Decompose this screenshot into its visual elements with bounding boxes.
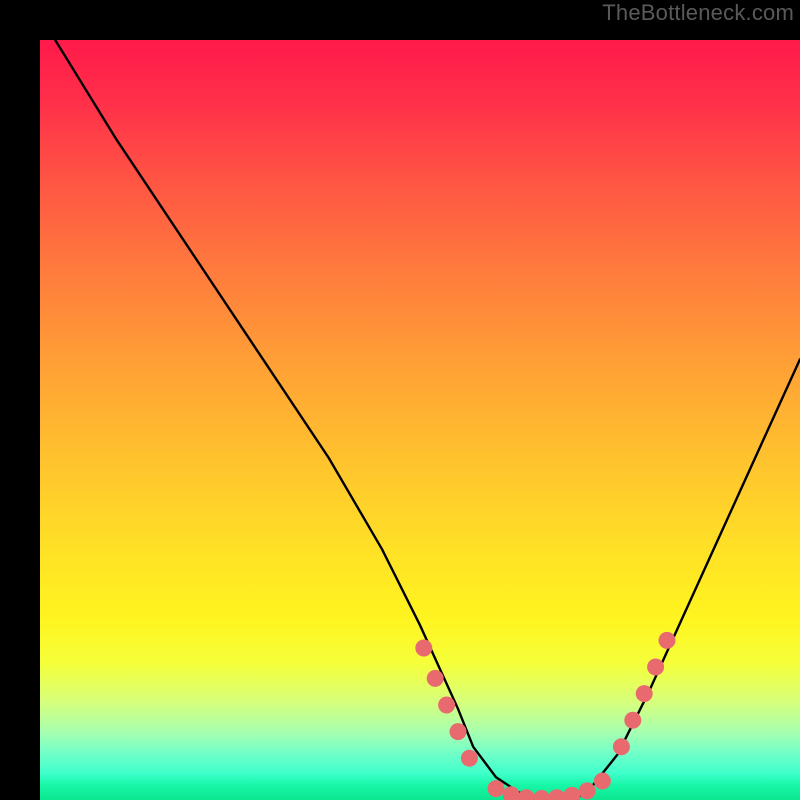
curve-marker <box>438 697 455 714</box>
curve-marker <box>461 750 478 767</box>
curve-marker <box>594 773 611 790</box>
chart-frame <box>20 20 780 780</box>
attribution-text: TheBottleneck.com <box>602 0 794 26</box>
curve-svg <box>40 40 800 800</box>
curve-marker <box>564 787 581 800</box>
curve-marker <box>518 789 535 800</box>
curve-marker <box>415 640 432 657</box>
curve-marker <box>636 685 653 702</box>
curve-marker <box>659 632 676 649</box>
curve-marker <box>533 790 550 800</box>
curve-marker <box>503 786 520 800</box>
curve-marker <box>647 659 664 676</box>
curve-marker <box>548 789 565 800</box>
curve-marker <box>450 723 467 740</box>
curve-marker <box>427 670 444 687</box>
curve-marker <box>613 738 630 755</box>
curve-marker <box>488 780 505 797</box>
curve-marker <box>624 712 641 729</box>
curve-markers <box>415 632 675 800</box>
plot-area <box>40 40 800 800</box>
bottleneck-curve <box>55 40 800 800</box>
curve-marker <box>579 782 596 799</box>
